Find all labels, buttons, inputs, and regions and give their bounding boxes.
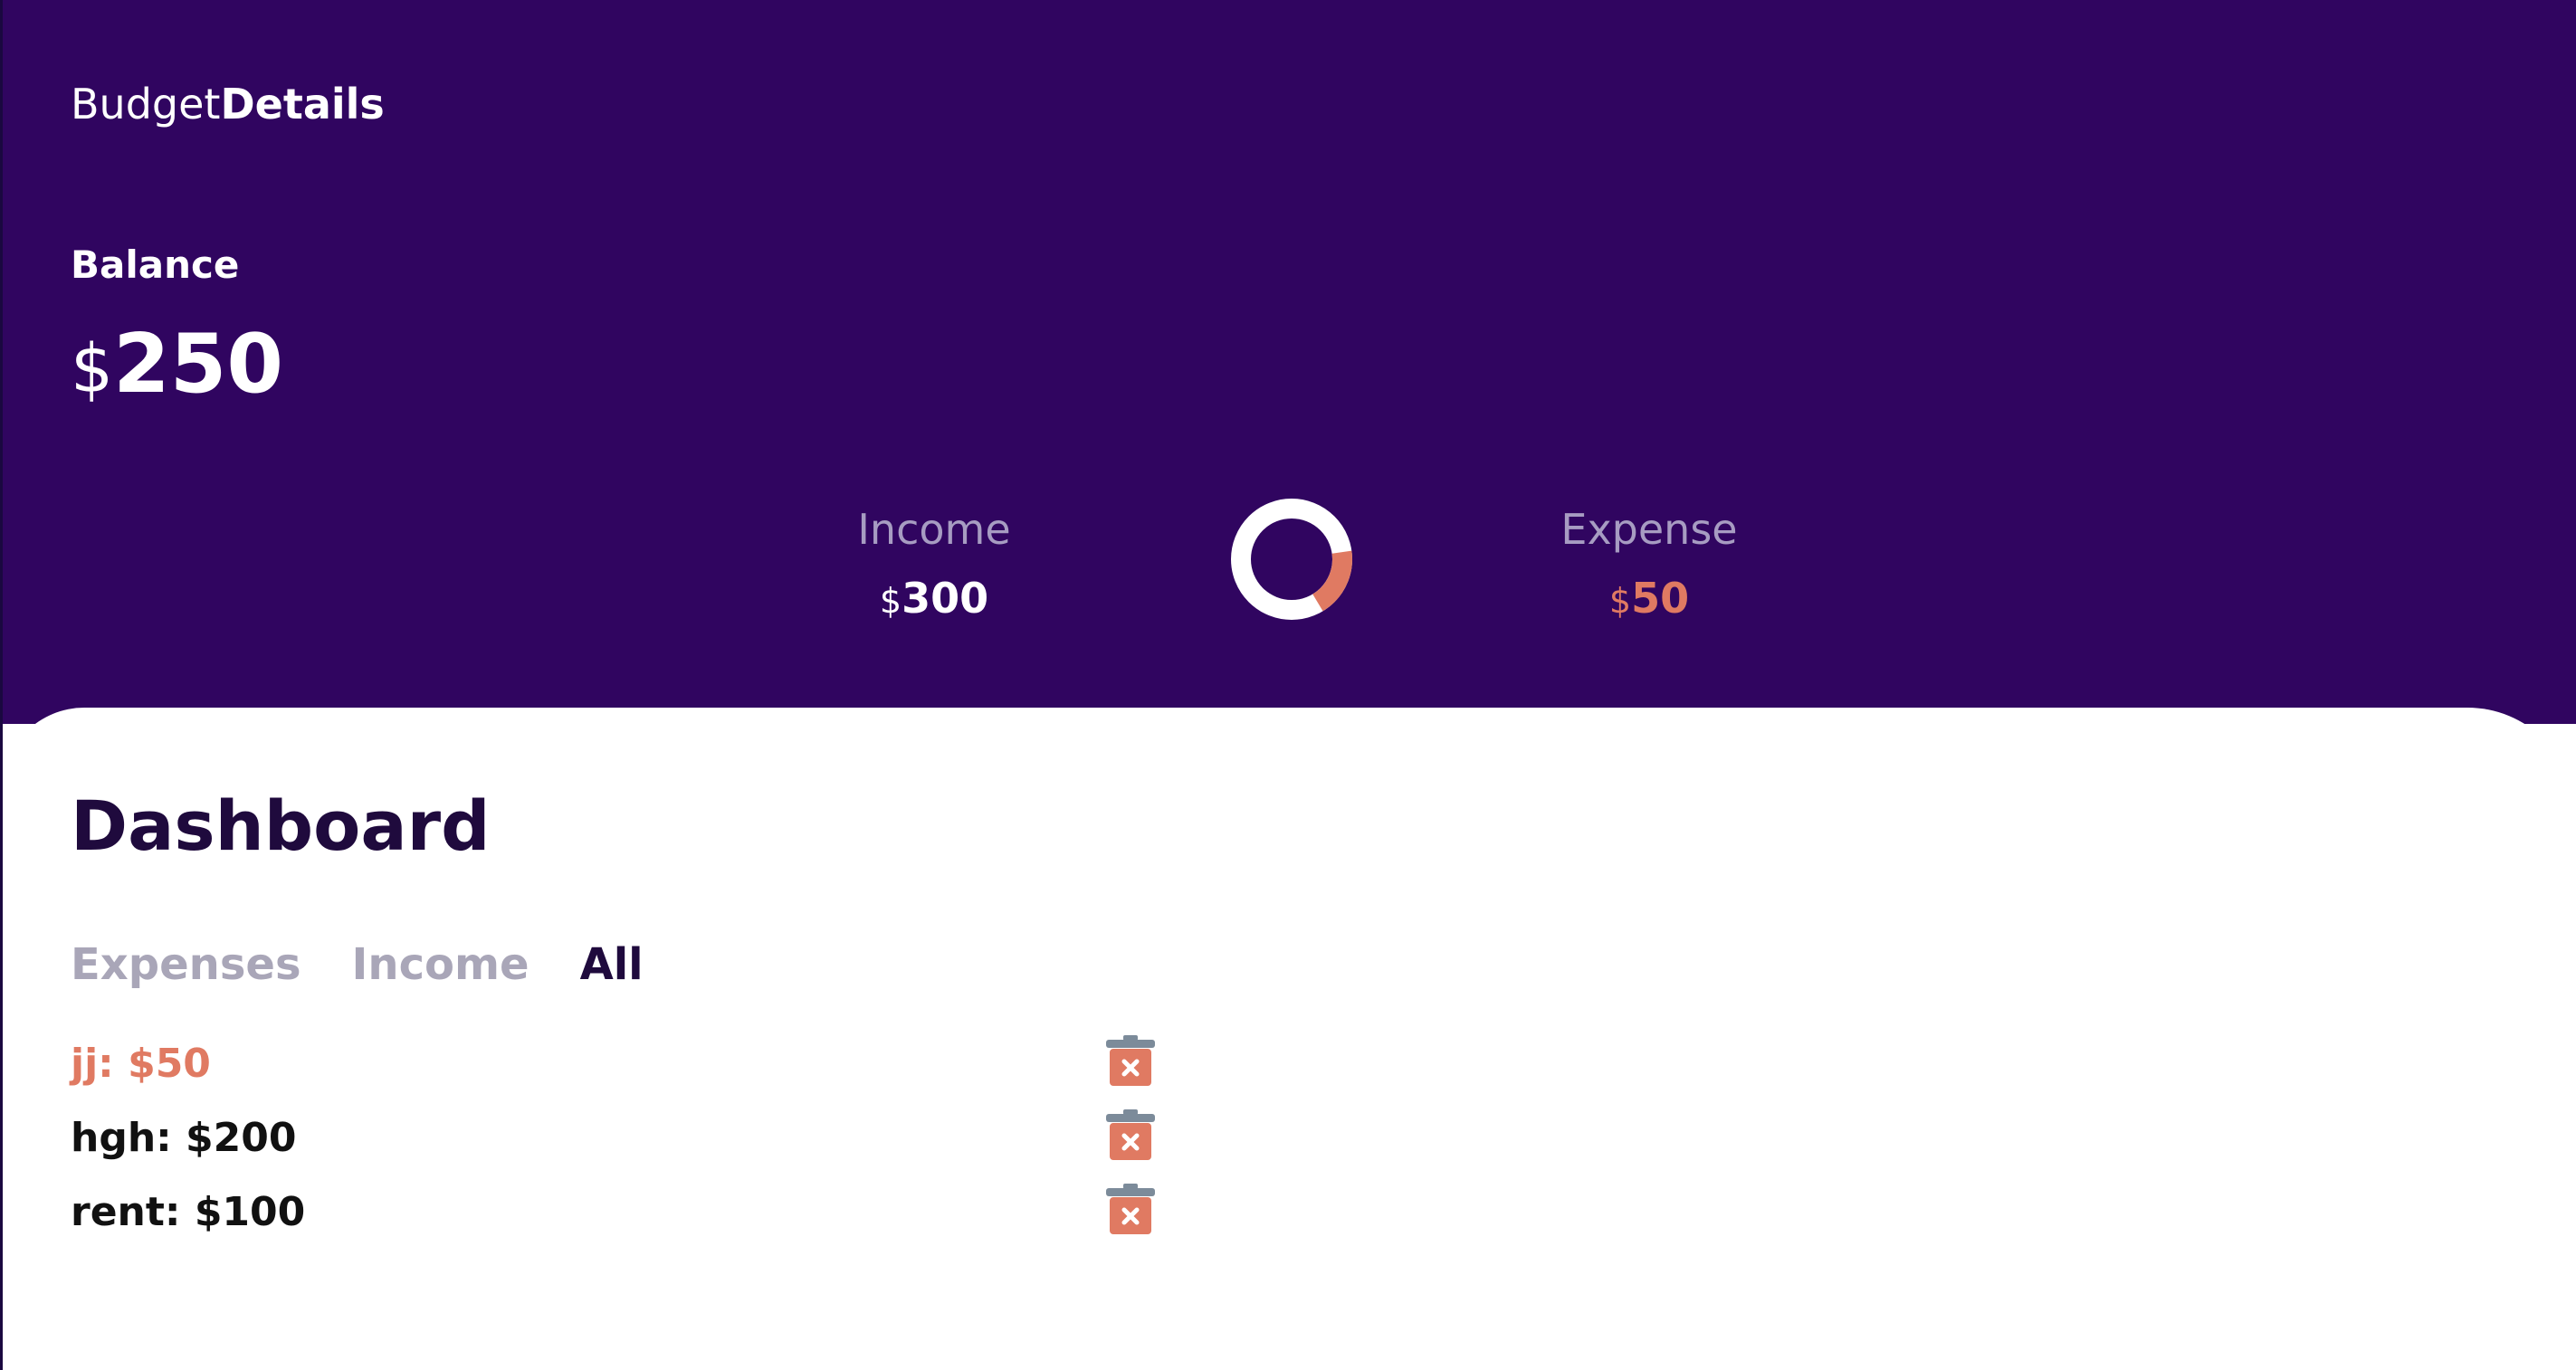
expense-value: $50 bbox=[1504, 574, 1794, 623]
tab-all[interactable]: All bbox=[580, 939, 644, 990]
balance-amount: 250 bbox=[113, 317, 283, 412]
transaction-text: jj: $50 bbox=[71, 1041, 211, 1087]
balance-label: Balance bbox=[71, 243, 240, 287]
income-value: $300 bbox=[789, 574, 1079, 623]
income-summary: Income $300 bbox=[789, 505, 1079, 623]
app-page: BudgetDetails Balance $250 Income $300 E… bbox=[0, 0, 2576, 1370]
transaction-row: hgh: $200 bbox=[71, 1109, 1193, 1189]
income-label: Income bbox=[857, 505, 1011, 554]
balance-value: $250 bbox=[71, 317, 283, 412]
transaction-text: hgh: $200 bbox=[71, 1115, 297, 1161]
app-logo: BudgetDetails bbox=[71, 80, 385, 128]
trash-icon[interactable] bbox=[1104, 1182, 1157, 1236]
transaction-list: jj: $50 hgh: $200 rent: $100 bbox=[71, 1035, 1193, 1263]
tab-income[interactable]: Income bbox=[352, 939, 530, 990]
expense-label: Expense bbox=[1560, 505, 1738, 554]
income-expense-donut-chart bbox=[1231, 499, 1352, 620]
tab-expenses[interactable]: Expenses bbox=[71, 939, 301, 990]
logo-light-text: Budget bbox=[71, 80, 221, 128]
budget-header: BudgetDetails Balance $250 Income $300 E… bbox=[0, 0, 2576, 724]
trash-icon[interactable] bbox=[1104, 1033, 1157, 1088]
expense-amount: 50 bbox=[1631, 574, 1690, 623]
transaction-text: rent: $100 bbox=[71, 1189, 306, 1235]
income-amount: 300 bbox=[902, 574, 989, 623]
logo-bold-text: Details bbox=[220, 80, 385, 128]
income-currency: $ bbox=[879, 581, 902, 621]
filter-tabs: Expenses Income All bbox=[71, 939, 644, 990]
dashboard-title: Dashboard bbox=[71, 785, 491, 866]
balance-currency: $ bbox=[71, 330, 114, 408]
transaction-row: jj: $50 bbox=[71, 1035, 1193, 1115]
expense-currency: $ bbox=[1608, 581, 1632, 621]
trash-icon[interactable] bbox=[1104, 1108, 1157, 1162]
transaction-row: rent: $100 bbox=[71, 1184, 1193, 1263]
expense-summary: Expense $50 bbox=[1504, 505, 1794, 623]
